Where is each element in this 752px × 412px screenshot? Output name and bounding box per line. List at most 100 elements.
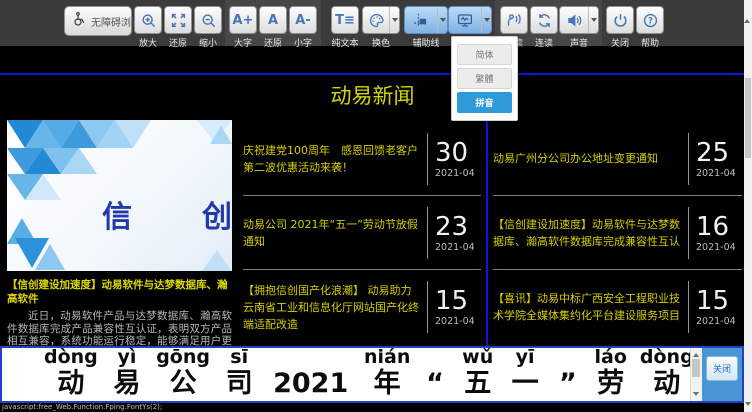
news-month: 2021-04 <box>435 242 481 253</box>
horizontal-guide-line <box>0 73 745 75</box>
language-dropdown-menu: 简体 繁體 拼音 <box>451 36 518 121</box>
news-item[interactable]: 【拥抱信创国产化浪潮】 动易助力云南省工业和信息化厅网站国产化终端适配改造 15… <box>243 270 481 344</box>
news-month: 2021-04 <box>435 168 481 179</box>
font-reset-button[interactable]: A <box>259 6 287 34</box>
scroll-down-icon[interactable] <box>745 402 751 409</box>
menu-item-simplified[interactable]: 简体 <box>457 44 512 65</box>
close-toolbar-button[interactable] <box>606 6 634 34</box>
zoom-out-button[interactable] <box>194 6 222 34</box>
palette-icon <box>363 7 389 33</box>
news-day: 15 <box>435 287 481 315</box>
reader-close-panel: 关闭 <box>702 348 742 401</box>
close-toolbar-label: 关闭 <box>606 36 634 49</box>
reader-char: 劳láo <box>597 368 624 399</box>
pinyin-reader-text: 动dòng 易yì 公gōng 司sī 2021 年nián “ 五wǔ 一yī… <box>2 348 690 401</box>
news-date: 30 2021-04 <box>427 133 481 185</box>
news-month: 2021-04 <box>696 242 742 253</box>
reader-close-button[interactable]: 关闭 <box>706 356 738 381</box>
page-scrollbar-thumb[interactable] <box>745 78 751 158</box>
accessibility-mode-button[interactable]: 无障碍浏览 <box>64 6 132 36</box>
zoom-in-icon <box>140 12 157 29</box>
news-item[interactable]: 【喜讯】动易中标广西安全工程职业技术学院全媒体集约化平台建设服务项目 15 20… <box>493 270 742 344</box>
zoom-in-button[interactable] <box>134 6 162 34</box>
page-scrollbar[interactable] <box>744 0 752 412</box>
news-title[interactable]: 动易广州分公司办公地址变更通知 <box>493 150 688 167</box>
screen: 无障碍浏览 放大 还原 <box>0 0 752 412</box>
reader-scrollbar-thumb[interactable] <box>692 359 700 377</box>
news-date: 16 2021-04 <box>688 207 742 259</box>
font-decrease-button[interactable]: A- <box>289 6 317 34</box>
status-bar: javascript:free_Web.Function.Fping.FontY… <box>0 403 744 412</box>
reader-char: 动dòng <box>645 368 689 399</box>
zoom-reset-label: 还原 <box>164 36 192 49</box>
news-date: 23 2021-04 <box>427 207 481 259</box>
menu-item-pinyin[interactable]: 拼音 <box>457 92 512 113</box>
help-label: 帮助 <box>636 36 664 49</box>
plain-text-button[interactable]: T≡ <box>331 6 359 34</box>
power-icon <box>612 12 629 29</box>
wheelchair-icon <box>72 11 87 31</box>
font-increase-label: 大字 <box>229 36 257 49</box>
news-day: 30 <box>435 139 481 167</box>
scroll-up-icon[interactable] <box>693 350 699 357</box>
reader-char: ” <box>559 368 577 399</box>
font-decrease-label: 小字 <box>289 36 317 49</box>
scroll-up-icon[interactable] <box>744 0 750 23</box>
featured-title[interactable]: 【信创建设加速度】动易软件与达梦数据库、瀚高软件 <box>7 278 232 306</box>
news-title[interactable]: 动易公司 2021年“五一”劳动节放假通知 <box>243 216 427 250</box>
news-title[interactable]: 【信创建设加速度】动易软件与达梦数据库、瀚高软件数据库完成兼容性互认 <box>493 216 688 250</box>
featured-banner-image[interactable]: 信 创 <box>7 120 232 271</box>
chevron-down-icon[interactable] <box>389 7 399 33</box>
monitor-icon <box>449 7 481 33</box>
zoom-out-icon <box>200 12 217 29</box>
svg-text:?: ? <box>648 16 653 26</box>
speaker-icon <box>560 7 588 33</box>
plain-text-icon: T≡ <box>335 14 355 27</box>
news-list-middle: 庆祝建党100周年 感恩回馈老客户第二波优惠活动来袭！ 30 2021-04 动… <box>243 122 481 344</box>
chevron-down-icon[interactable] <box>437 7 447 33</box>
news-item[interactable]: 动易广州分公司办公地址变更通知 25 2021-04 <box>493 122 742 196</box>
news-day: 16 <box>696 213 742 241</box>
news-item[interactable]: 动易公司 2021年“五一”劳动节放假通知 23 2021-04 <box>243 196 481 270</box>
news-month: 2021-04 <box>435 316 481 327</box>
news-title[interactable]: 【拥抱信创国产化浪潮】 动易助力云南省工业和信息化厅网站国产化终端适配改造 <box>243 282 427 333</box>
zoom-out-label: 缩小 <box>194 36 222 49</box>
guide-lines-label: 辅助线 <box>404 36 448 49</box>
font-reset-label: 还原 <box>259 36 287 49</box>
guide-lines-button[interactable] <box>404 6 448 34</box>
text-mode-button[interactable] <box>448 6 492 34</box>
reader-char: 易yì <box>114 368 141 399</box>
news-item[interactable]: 庆祝建党100周年 感恩回馈老客户第二波优惠活动来袭！ 30 2021-04 <box>243 122 481 196</box>
help-icon: ? <box>642 12 659 29</box>
page-title: 动易新闻 <box>0 80 745 110</box>
news-list-right: 动易广州分公司办公地址变更通知 25 2021-04 【信创建设加速度】动易软件… <box>493 122 742 344</box>
font-increase-button[interactable]: A+ <box>229 6 257 34</box>
change-color-button[interactable] <box>362 6 400 34</box>
menu-item-traditional[interactable]: 繁體 <box>457 68 512 89</box>
continuous-read-button[interactable] <box>530 6 558 34</box>
help-button[interactable]: ? <box>636 6 664 34</box>
point-read-button[interactable] <box>500 6 528 34</box>
reader-char: “ <box>426 368 444 399</box>
reader-scrollbar[interactable] <box>690 348 702 401</box>
reader-char: 2021 <box>273 368 348 399</box>
news-month: 2021-04 <box>696 168 742 179</box>
reader-char: 公gōng <box>161 368 205 399</box>
reader-char: 五wǔ <box>464 368 491 399</box>
news-title[interactable]: 【喜讯】动易中标广西安全工程职业技术学院全媒体集约化平台建设服务项目 <box>493 290 688 324</box>
reader-char: 司sī <box>226 368 253 399</box>
news-date: 25 2021-04 <box>688 133 742 185</box>
font-increase-icon: A+ <box>233 14 254 27</box>
news-title[interactable]: 庆祝建党100周年 感恩回馈老客户第二波优惠活动来袭！ <box>243 142 427 176</box>
zoom-reset-button[interactable] <box>164 6 192 34</box>
accessibility-toolbar: 无障碍浏览 放大 还原 <box>0 0 752 46</box>
scroll-down-icon[interactable] <box>693 392 699 399</box>
change-color-label: 换色 <box>362 36 400 49</box>
chevron-down-icon[interactable] <box>588 7 598 33</box>
news-item[interactable]: 【信创建设加速度】动易软件与达梦数据库、瀚高软件数据库完成兼容性互认 16 20… <box>493 196 742 270</box>
font-decrease-icon: A- <box>295 14 310 27</box>
sound-button[interactable] <box>559 6 599 34</box>
news-date: 15 2021-04 <box>688 281 742 333</box>
chevron-down-icon[interactable] <box>481 7 491 33</box>
news-day: 15 <box>696 287 742 315</box>
